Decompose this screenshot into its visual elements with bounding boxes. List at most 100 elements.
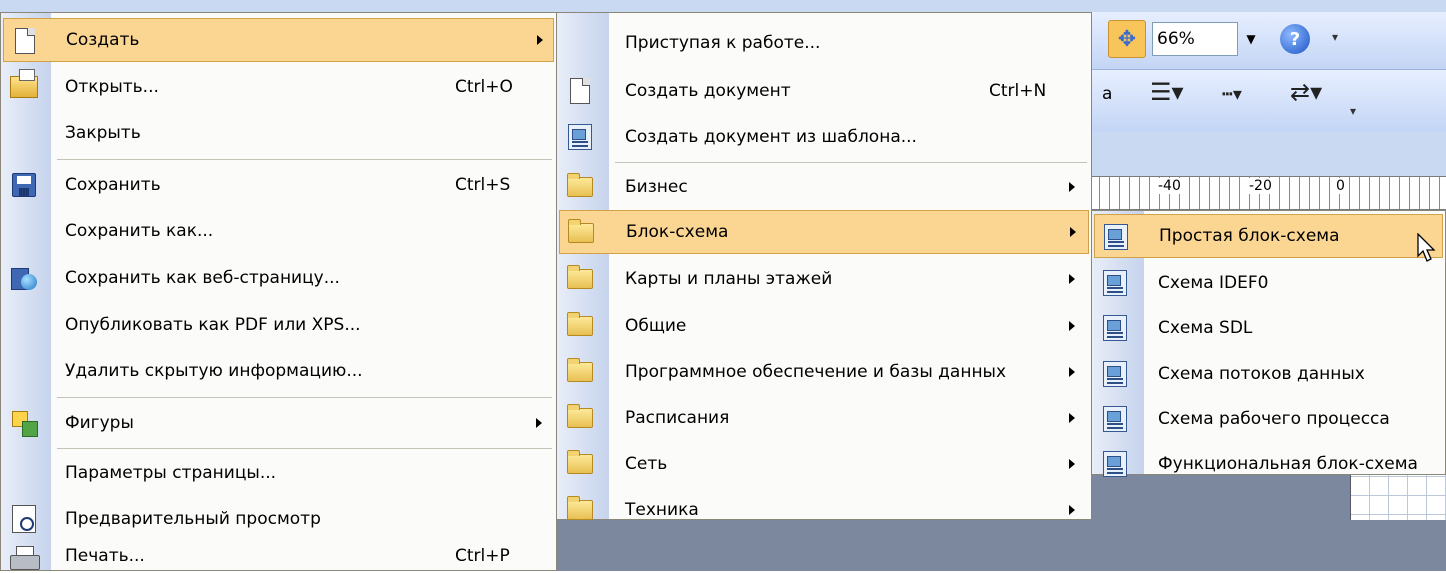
menu-item-label: Опубликовать как PDF или XPS... — [65, 315, 361, 335]
submenu-arrow-icon — [1069, 321, 1075, 331]
menu-item-category-general[interactable]: Общие — [559, 304, 1089, 348]
menu-item-label: Схема SDL — [1158, 318, 1253, 338]
folder-icon — [565, 264, 595, 294]
create-submenu: Приступая к работе... Создать документ C… — [556, 12, 1092, 520]
menu-item-data-flow[interactable]: Схема потоков данных — [1094, 352, 1443, 396]
menu-separator — [57, 397, 552, 398]
menu-item-label: Приступая к работе... — [625, 33, 821, 53]
template-icon — [1100, 449, 1130, 479]
menu-item-label: Схема потоков данных — [1158, 364, 1365, 384]
menu-item-shortcut: Ctrl+S — [455, 175, 511, 195]
menu-item-label: Расписания — [625, 408, 730, 428]
menu-item-label: Создать — [66, 30, 140, 50]
help-glyph: ? — [1289, 28, 1301, 50]
menu-item-category-engineering[interactable]: Техника — [559, 488, 1089, 532]
help-icon[interactable]: ? — [1280, 24, 1310, 54]
flowchart-submenu: Простая блок-схема Схема IDEF0 Схема SDL… — [1091, 210, 1446, 477]
menu-item-label: Техника — [625, 500, 699, 520]
ruler-label: 0 — [1335, 178, 1346, 194]
chevron-down-icon[interactable]: ▼ — [1240, 22, 1262, 56]
menu-item-open[interactable]: Открыть... Ctrl+O — [3, 65, 554, 109]
menu-item-save[interactable]: Сохранить Ctrl+S — [3, 163, 554, 207]
toolbar-options-icon[interactable]: ▾ — [1332, 30, 1338, 44]
menu-separator — [57, 159, 552, 160]
menu-item-publish-pdf[interactable]: Опубликовать как PDF или XPS... — [3, 303, 554, 347]
menu-item-label: Закрыть — [65, 123, 141, 143]
print-preview-icon — [9, 504, 39, 534]
menu-item-basic-flowchart[interactable]: Простая блок-схема — [1094, 214, 1443, 258]
new-document-icon — [565, 76, 595, 106]
menu-item-label: Бизнес — [625, 177, 688, 197]
menu-item-label: Сохранить — [65, 175, 161, 195]
shapes-icon — [9, 408, 39, 438]
menu-item-close[interactable]: Закрыть — [3, 111, 554, 155]
menu-item-category-network[interactable]: Сеть — [559, 442, 1089, 486]
zoom-combobox[interactable]: 66% — [1152, 22, 1238, 56]
submenu-arrow-icon — [536, 418, 542, 428]
toolbar-options-icon[interactable]: ▾ — [1350, 104, 1356, 118]
menu-item-shapes[interactable]: Фигуры — [3, 401, 554, 445]
template-icon — [1101, 222, 1131, 252]
folder-icon — [565, 403, 595, 433]
submenu-arrow-icon — [1070, 227, 1076, 237]
menu-separator — [57, 448, 552, 449]
ruler-label: -20 — [1248, 178, 1273, 194]
menu-item-label: Параметры страницы... — [65, 463, 277, 483]
menu-item-label: Общие — [625, 316, 687, 336]
template-icon — [565, 122, 595, 152]
zoom-value: 66% — [1157, 29, 1195, 49]
menu-item-idef0[interactable]: Схема IDEF0 — [1094, 261, 1443, 305]
menu-item-category-flowchart[interactable]: Блок-схема — [559, 210, 1089, 254]
folder-icon — [565, 357, 595, 387]
menu-item-cross-functional[interactable]: Функциональная блок-схема — [1094, 442, 1443, 486]
menu-item-label: Удалить скрытую информацию... — [65, 361, 363, 381]
template-icon — [1100, 359, 1130, 389]
menu-item-label: Сохранить как... — [65, 221, 214, 241]
menu-item-label: Открыть... — [65, 77, 159, 97]
menu-item-new-document[interactable]: Создать документ Ctrl+N — [559, 69, 1089, 113]
line-ends-icon[interactable]: ⇄▾ — [1290, 80, 1322, 104]
submenu-arrow-icon — [537, 35, 543, 45]
template-icon — [1100, 404, 1130, 434]
menu-item-label: Схема IDEF0 — [1158, 273, 1269, 293]
menu-item-page-setup[interactable]: Параметры страницы... — [3, 451, 554, 495]
ruler-label: -40 — [1157, 178, 1182, 194]
menu-item-label: Программное обеспечение и базы данных — [625, 362, 1007, 382]
menu-item-getting-started[interactable]: Приступая к работе... — [559, 21, 1089, 65]
menu-item-shortcut: Ctrl+P — [455, 546, 510, 566]
pan-zoom-icon[interactable]: ✥ — [1108, 20, 1146, 58]
menu-item-print-preview[interactable]: Предварительный просмотр — [3, 497, 554, 541]
menu-item-print[interactable]: Печать... Ctrl+P — [3, 541, 554, 571]
menu-item-sdl[interactable]: Схема SDL — [1094, 306, 1443, 350]
folder-icon — [565, 172, 595, 202]
menu-item-category-maps[interactable]: Карты и планы этажей — [559, 257, 1089, 301]
menu-item-category-software[interactable]: Программное обеспечение и базы данных — [559, 350, 1089, 394]
template-icon — [1100, 268, 1130, 298]
toolbar-partial-label: а — [1102, 84, 1113, 104]
menu-separator — [615, 162, 1087, 163]
menu-item-shortcut: Ctrl+N — [989, 81, 1047, 101]
menu-item-save-as-web[interactable]: Сохранить как веб-страницу... — [3, 256, 554, 300]
menu-item-category-schedules[interactable]: Расписания — [559, 396, 1089, 440]
menu-item-new-from-template[interactable]: Создать документ из шаблона... — [559, 115, 1089, 159]
menu-item-save-as[interactable]: Сохранить как... — [3, 209, 554, 253]
folder-icon — [565, 311, 595, 341]
menu-item-label: Схема рабочего процесса — [1158, 409, 1390, 429]
menu-item-label: Простая блок-схема — [1159, 226, 1340, 246]
menu-item-category-business[interactable]: Бизнес — [559, 165, 1089, 209]
line-weight-icon[interactable]: ☰▾ — [1150, 80, 1184, 104]
menu-item-remove-hidden-info[interactable]: Удалить скрытую информацию... — [3, 349, 554, 393]
line-pattern-icon[interactable]: ┅▾ — [1222, 86, 1242, 104]
template-icon — [1100, 313, 1130, 343]
mouse-pointer-icon — [1417, 233, 1436, 262]
folder-icon — [566, 218, 596, 248]
print-icon — [9, 543, 40, 573]
menu-item-label: Предварительный просмотр — [65, 509, 321, 529]
menu-item-workflow[interactable]: Схема рабочего процесса — [1094, 397, 1443, 441]
submenu-arrow-icon — [1069, 413, 1075, 423]
menu-item-label: Печать... — [65, 546, 145, 566]
menu-item-create[interactable]: Создать — [3, 18, 554, 62]
save-web-icon — [9, 263, 39, 293]
new-document-icon — [10, 26, 40, 56]
menu-item-label: Функциональная блок-схема — [1158, 454, 1418, 474]
